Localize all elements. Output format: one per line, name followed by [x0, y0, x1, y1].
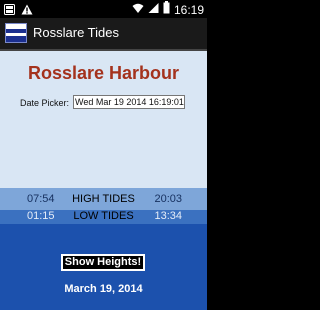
- high-tides-row: 07:54 HIGH TIDES 20:03: [0, 191, 207, 207]
- date-picker-input[interactable]: Wed Mar 19 2014 16:19:01: [73, 95, 185, 109]
- battery-icon: [163, 1, 170, 19]
- low-tide-time-2: 13:34: [154, 210, 182, 222]
- status-right-icons: 16:19: [132, 1, 204, 19]
- wifi-icon: [132, 1, 144, 19]
- show-heights-button[interactable]: Show Heights!: [61, 254, 145, 271]
- status-clock: 16:19: [173, 3, 204, 17]
- high-tide-time-2: 20:03: [154, 193, 182, 205]
- app-title: Rosslare Tides: [33, 25, 119, 40]
- main-content: Rosslare Harbour Date Picker: Wed Mar 19…: [0, 51, 207, 310]
- selected-date-heading: March 19, 2014: [64, 283, 143, 295]
- signal-icon: [148, 1, 159, 19]
- low-tides-row: 01:15 LOW TIDES 13:34: [0, 208, 207, 224]
- title-bar: Rosslare Tides: [0, 18, 207, 51]
- status-bar: 16:19: [0, 0, 207, 18]
- harbour-title: Rosslare Harbour: [27, 63, 180, 83]
- tide-app-icon: [5, 23, 27, 43]
- date-picker-label: Date Picker:: [20, 98, 70, 108]
